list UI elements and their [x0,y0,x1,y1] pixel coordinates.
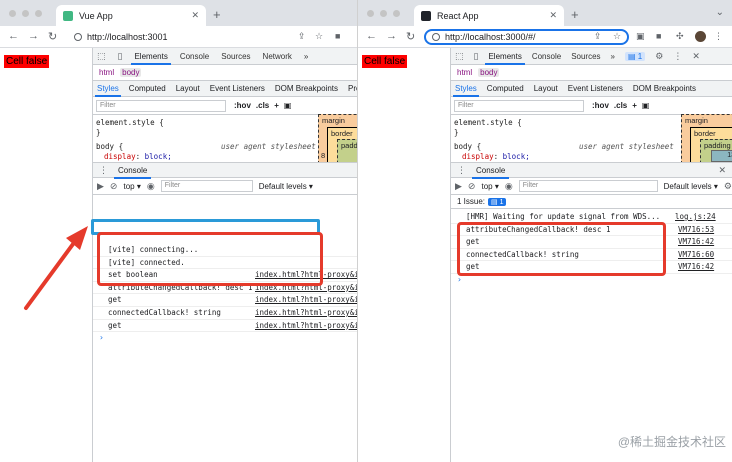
arrow-icon [24,226,88,310]
red-arrow-annotation [24,226,88,310]
